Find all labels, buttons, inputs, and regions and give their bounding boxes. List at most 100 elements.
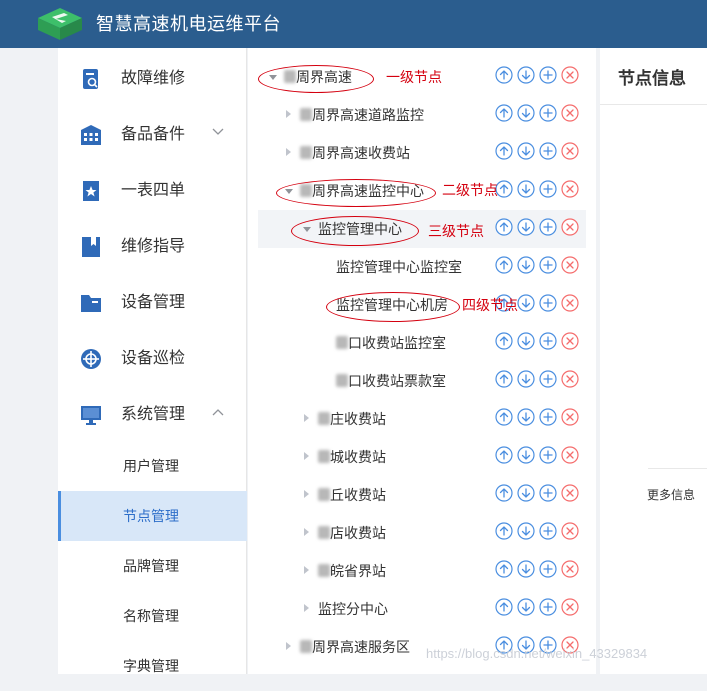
tree-node-label: 皖省界站 (330, 563, 386, 579)
add-icon[interactable] (539, 180, 557, 198)
chevron-up-icon[interactable] (212, 408, 224, 416)
caret-right-icon[interactable] (286, 110, 291, 118)
move-down-icon[interactable] (517, 484, 535, 502)
tree-node[interactable]: 店收费站 (258, 514, 586, 552)
sidebar-item-repair-guide[interactable]: 维修指导 (58, 218, 247, 274)
move-down-icon[interactable] (517, 66, 535, 84)
add-icon[interactable] (539, 294, 557, 312)
delete-icon[interactable] (561, 66, 579, 84)
move-down-icon[interactable] (517, 370, 535, 388)
caret-right-icon[interactable] (304, 566, 309, 574)
caret-right-icon[interactable] (304, 452, 309, 460)
move-down-icon[interactable] (517, 218, 535, 236)
delete-icon[interactable] (561, 484, 579, 502)
node-ops (495, 66, 585, 88)
add-icon[interactable] (539, 104, 557, 122)
add-icon[interactable] (539, 408, 557, 426)
sidebar-subitem-user-management[interactable]: 用户管理 (58, 441, 247, 491)
tree-node[interactable]: 监控管理中心监控室 (258, 248, 586, 286)
move-up-icon[interactable] (495, 104, 513, 122)
move-down-icon[interactable] (517, 256, 535, 274)
move-up-icon[interactable] (495, 142, 513, 160)
move-up-icon[interactable] (495, 256, 513, 274)
move-down-icon[interactable] (517, 522, 535, 540)
delete-icon[interactable] (561, 522, 579, 540)
delete-icon[interactable] (561, 598, 579, 616)
sidebar-item-device-management[interactable]: 设备管理 (58, 274, 247, 330)
move-down-icon[interactable] (517, 560, 535, 578)
move-down-icon[interactable] (517, 446, 535, 464)
delete-icon[interactable] (561, 446, 579, 464)
add-icon[interactable] (539, 484, 557, 502)
caret-right-icon[interactable] (286, 148, 291, 156)
sidebar-item-system-management[interactable]: 系统管理 (58, 386, 247, 442)
move-up-icon[interactable] (495, 598, 513, 616)
delete-icon[interactable] (561, 180, 579, 198)
tree-node[interactable]: 周界高速道路监控 (258, 96, 586, 134)
sidebar-subitem-node-management[interactable]: 节点管理 (58, 491, 247, 541)
node-ops (495, 332, 585, 354)
sidebar-subitem-brand-management[interactable]: 品牌管理 (58, 541, 247, 591)
caret-right-icon[interactable] (304, 490, 309, 498)
delete-icon[interactable] (561, 256, 579, 274)
sidebar-item-one-table-four-forms[interactable]: 一表四单 (58, 162, 247, 218)
delete-icon[interactable] (561, 142, 579, 160)
move-up-icon[interactable] (495, 370, 513, 388)
tree-node[interactable]: 口收费站票款室 (258, 362, 586, 400)
move-down-icon[interactable] (517, 408, 535, 426)
tree-node[interactable]: 庄收费站 (258, 400, 586, 438)
move-down-icon[interactable] (517, 142, 535, 160)
delete-icon[interactable] (561, 370, 579, 388)
tree-node-label: 庄收费站 (330, 411, 386, 427)
move-up-icon[interactable] (495, 560, 513, 578)
move-up-icon[interactable] (495, 408, 513, 426)
tree-node[interactable]: 口收费站监控室 (258, 324, 586, 362)
move-up-icon[interactable] (495, 66, 513, 84)
caret-right-icon[interactable] (304, 528, 309, 536)
blurred-text (300, 108, 312, 121)
delete-icon[interactable] (561, 104, 579, 122)
sidebar-item-device-inspection[interactable]: 设备巡检 (58, 330, 247, 386)
move-up-icon[interactable] (495, 446, 513, 464)
add-icon[interactable] (539, 332, 557, 350)
sidebar-subitem-dictionary-management[interactable]: 字典管理 (58, 641, 247, 691)
caret-right-icon[interactable] (304, 414, 309, 422)
delete-icon[interactable] (561, 218, 579, 236)
move-up-icon[interactable] (495, 522, 513, 540)
move-down-icon[interactable] (517, 598, 535, 616)
add-icon[interactable] (539, 256, 557, 274)
tree-node[interactable]: 丘收费站 (258, 476, 586, 514)
tree-node[interactable]: 皖省界站 (258, 552, 586, 590)
add-icon[interactable] (539, 598, 557, 616)
add-icon[interactable] (539, 560, 557, 578)
warehouse-icon (81, 125, 101, 145)
move-down-icon[interactable] (517, 332, 535, 350)
sidebar-item-fault-repair[interactable]: 故障维修 (58, 50, 247, 106)
add-icon[interactable] (539, 522, 557, 540)
caret-right-icon[interactable] (304, 604, 309, 612)
sidebar-item-spare-parts[interactable]: 备品备件 (58, 106, 247, 162)
move-up-icon[interactable] (495, 332, 513, 350)
chevron-down-icon[interactable] (212, 128, 224, 136)
move-down-icon[interactable] (517, 294, 535, 312)
add-icon[interactable] (539, 370, 557, 388)
delete-icon[interactable] (561, 408, 579, 426)
add-icon[interactable] (539, 142, 557, 160)
delete-icon[interactable] (561, 294, 579, 312)
delete-icon[interactable] (561, 560, 579, 578)
move-down-icon[interactable] (517, 180, 535, 198)
caret-right-icon[interactable] (286, 642, 291, 650)
tree-node[interactable]: 周界高速收费站 (258, 134, 586, 172)
annotation-level1: 一级节点 (386, 69, 442, 85)
move-up-icon[interactable] (495, 484, 513, 502)
sidebar-subitem-name-management[interactable]: 名称管理 (58, 591, 247, 641)
add-icon[interactable] (539, 446, 557, 464)
move-down-icon[interactable] (517, 104, 535, 122)
move-up-icon[interactable] (495, 218, 513, 236)
add-icon[interactable] (539, 66, 557, 84)
tree-node[interactable]: 城收费站 (258, 438, 586, 476)
delete-icon[interactable] (561, 332, 579, 350)
sidebar-item-label: 维修指导 (121, 238, 186, 255)
tree-node[interactable]: 监控分中心 (258, 590, 586, 628)
add-icon[interactable] (539, 218, 557, 236)
